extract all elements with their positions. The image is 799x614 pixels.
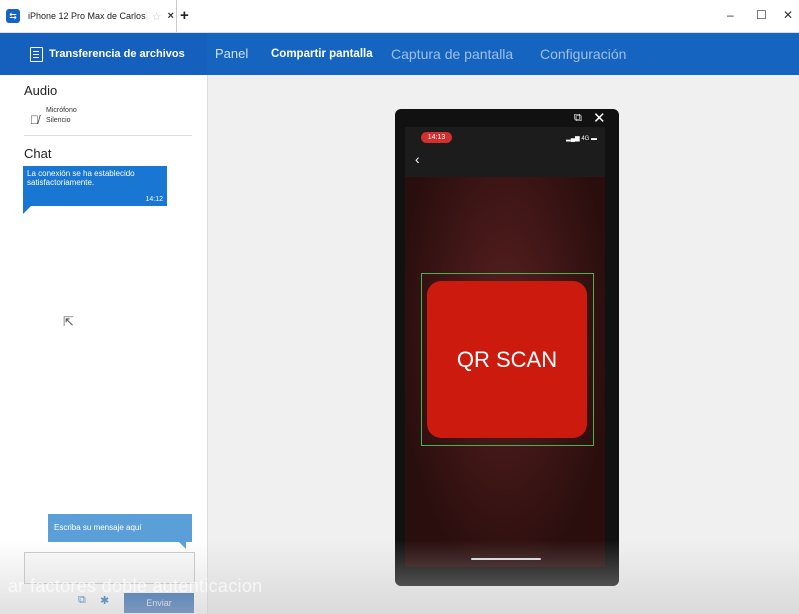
close-tab-icon[interactable]: × bbox=[167, 10, 173, 22]
open-external-icon[interactable]: ⧉ bbox=[574, 112, 582, 125]
device-time: 14:13 bbox=[421, 132, 452, 143]
device-tab[interactable]: ⇆ iPhone 12 Pro Max de Carlos ☆ × bbox=[0, 0, 177, 32]
video-caption: ar factores doble autenticacion bbox=[8, 576, 263, 596]
network-type: 4G bbox=[581, 136, 590, 142]
qr-scan-label: QR SCAN bbox=[456, 346, 558, 372]
title-bar: ⇆ iPhone 12 Pro Max de Carlos ☆ × + – ☐ … bbox=[0, 0, 799, 33]
tab-screenshot[interactable]: Captura de pantalla bbox=[391, 33, 513, 75]
tab-title: iPhone 12 Pro Max de Carlos bbox=[28, 11, 146, 21]
teamviewer-logo-icon: ⇆ bbox=[6, 9, 20, 23]
message-hint: Escriba su mensaje aquí bbox=[48, 514, 192, 549]
close-window-button[interactable]: ✕ bbox=[783, 8, 793, 22]
message-hint-text: Escriba su mensaje aquí bbox=[54, 523, 142, 532]
file-icon bbox=[30, 46, 43, 62]
menu-bar: Transferencia de archivos Panel Comparti… bbox=[0, 33, 799, 75]
divider bbox=[24, 135, 192, 136]
favorite-star-icon[interactable]: ☆ bbox=[152, 10, 162, 23]
microphone-muted-icon[interactable]: 🎙̸ bbox=[30, 113, 39, 127]
minimize-button[interactable]: – bbox=[727, 8, 734, 22]
mouse-cursor-icon: ⇱ bbox=[63, 314, 74, 329]
signal-bars-icon: ▂▄▆ bbox=[566, 136, 580, 142]
tab-panel[interactable]: Panel bbox=[215, 33, 248, 75]
chat-message-text: La conexión se ha establecido satisfacto… bbox=[27, 169, 135, 187]
audio-title: Audio bbox=[24, 83, 58, 98]
bubble-tail bbox=[23, 206, 31, 214]
chat-message: La conexión se ha establecido satisfacto… bbox=[23, 166, 167, 214]
home-indicator bbox=[471, 558, 541, 560]
qr-scan-button[interactable]: QR SCAN bbox=[427, 281, 587, 438]
bubble-tail bbox=[179, 542, 186, 549]
device-screen[interactable]: 14:13 ▂▄▆ 4G ▬ ‹ QR SCAN bbox=[405, 127, 605, 567]
signal-indicator: ▂▄▆ 4G ▬ bbox=[566, 135, 597, 142]
file-transfer-label: Transferencia de archivos bbox=[49, 48, 185, 60]
device-status-bar: 14:13 ▂▄▆ 4G ▬ ‹ bbox=[405, 127, 605, 177]
maximize-button[interactable]: ☐ bbox=[756, 8, 767, 22]
tab-settings[interactable]: Configuración bbox=[540, 33, 626, 75]
file-transfer-button[interactable]: Transferencia de archivos bbox=[0, 33, 207, 75]
close-screen-icon[interactable]: ✕ bbox=[593, 109, 606, 127]
chat-message-time: 14:12 bbox=[145, 196, 163, 203]
back-arrow-icon[interactable]: ‹ bbox=[415, 151, 420, 167]
battery-icon: ▬ bbox=[591, 136, 597, 142]
device-screen-frame: ⧉ ✕ 14:13 ▂▄▆ 4G ▬ ‹ QR SCAN bbox=[395, 109, 619, 586]
sidebar: Audio 🎙̸ Micrófono Silencio Chat La cone… bbox=[0, 75, 208, 614]
new-tab-button[interactable]: + bbox=[180, 7, 189, 24]
tab-share-screen[interactable]: Compartir pantalla bbox=[271, 33, 373, 75]
mic-label: Micrófono bbox=[46, 107, 77, 114]
mic-status: Silencio bbox=[46, 117, 71, 124]
chat-title: Chat bbox=[24, 146, 52, 161]
